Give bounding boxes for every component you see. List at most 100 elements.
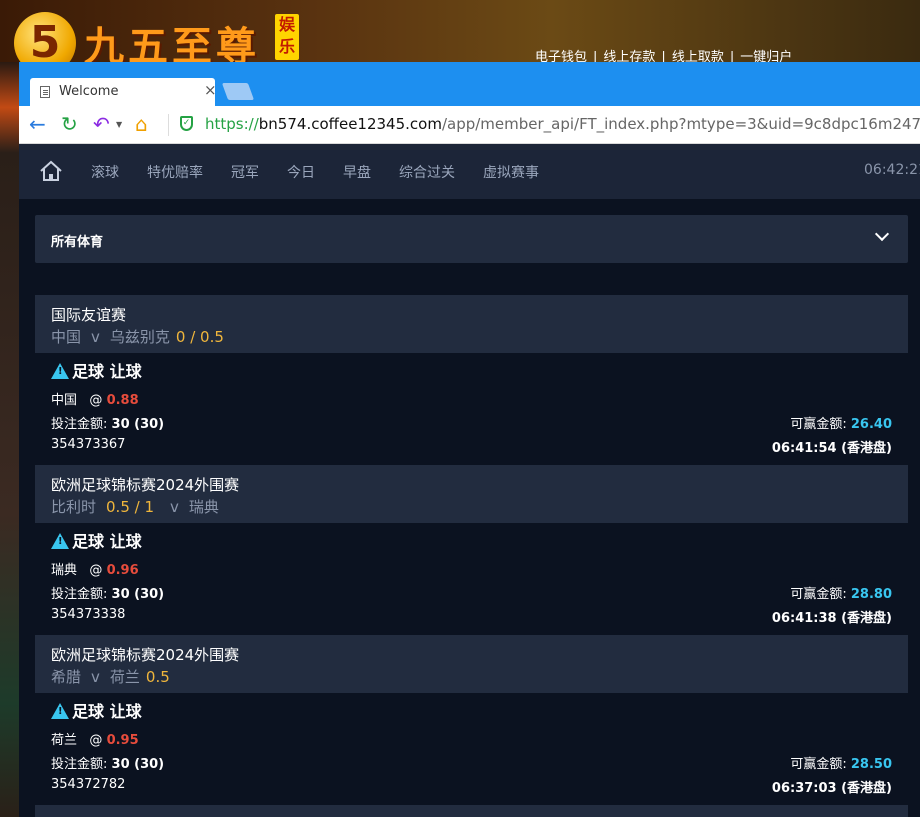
potential-win: 可赢金额: 28.80: [790, 583, 892, 602]
team-away: 乌兹别克: [109, 328, 170, 346]
url-path: /app/member_api/FT_index.php?mtype=3&uid…: [441, 115, 920, 133]
chevron-down-icon: [874, 226, 890, 242]
odds: 0.96: [106, 563, 139, 578]
nav-item-outright[interactable]: 冠军: [231, 162, 259, 182]
vs-label: v: [91, 668, 100, 686]
site-logo-badge: 娱乐: [275, 14, 299, 60]
new-tab-button[interactable]: [221, 83, 255, 100]
url-field[interactable]: https://bn574.coffee12345.com/app/member…: [205, 115, 920, 133]
divider: [168, 114, 169, 136]
team-home: 比利时: [51, 498, 97, 516]
chevron-down-icon[interactable]: ▼: [116, 120, 122, 129]
pick-team: 瑞典: [51, 563, 78, 578]
site-side-background: [0, 62, 19, 817]
warning-icon: [51, 533, 69, 549]
potential-win: 可赢金额: 28.50: [790, 753, 892, 772]
bet-type-label: 足球 让球: [72, 702, 142, 721]
warning-icon: [51, 703, 69, 719]
bet-type: 足球 让球: [51, 528, 142, 552]
stake: 投注金额: 30 (30): [51, 753, 164, 772]
nav-item-parlay[interactable]: 综合过关: [399, 162, 455, 182]
win-amount: 28.80: [850, 587, 892, 602]
bet-type-label: 足球 让球: [72, 362, 142, 381]
document-icon: [40, 86, 50, 98]
team-away: 瑞典: [188, 498, 219, 516]
match-teams: 比利时 0.5 / 1 v 瑞典: [51, 496, 219, 517]
league-name: 国际友谊赛: [51, 306, 127, 324]
match-teams: 中国 v 乌兹别克 0 / 0.5: [51, 326, 230, 347]
bet-pick: 瑞典 @ 0.96: [51, 559, 139, 578]
stake-amount: 30 (30): [111, 417, 165, 432]
at-sign: @: [89, 563, 103, 578]
url-host: bn574.coffee12345.com: [258, 115, 442, 133]
home-icon[interactable]: ⌂: [135, 112, 148, 136]
nav-item-early[interactable]: 早盘: [343, 162, 371, 182]
clock: 06:42:21: [864, 162, 920, 178]
win-amount: 26.40: [850, 417, 892, 432]
bet-pick: 荷兰 @ 0.95: [51, 729, 139, 748]
tab-title: Welcome: [59, 84, 119, 99]
bet-slip: 足球 让球 中国 @ 0.88 投注金额: 30 (30) 可赢金额: 26.4…: [35, 353, 908, 465]
bet-type: 足球 让球: [51, 698, 142, 722]
security-shield-icon[interactable]: ✓: [180, 116, 193, 131]
tab-welcome[interactable]: Welcome ×: [30, 78, 217, 106]
vs-label: v: [170, 498, 179, 516]
nav-item-today[interactable]: 今日: [287, 162, 315, 182]
odds: 0.88: [106, 393, 139, 408]
win-label: 可赢金额:: [790, 757, 847, 772]
at-sign: @: [89, 393, 103, 408]
close-icon[interactable]: ×: [204, 82, 217, 98]
address-bar: ← ↻ ↶ ▼ ⌂ ✓ https://bn574.coffee12345.co…: [19, 106, 920, 144]
bet-type: 足球 让球: [51, 358, 142, 382]
bet-slip: 足球 让球 荷兰 @ 0.95 投注金额: 30 (30) 可赢金额: 28.5…: [35, 693, 908, 805]
handicap: 0.5 / 1: [106, 498, 155, 516]
sports-navbar: 滚球 特优赔率 冠军 今日 早盘 综合过关 虚拟赛事 06:42:21: [19, 144, 920, 199]
potential-win: 可赢金额: 26.40: [790, 413, 892, 432]
win-label: 可赢金额:: [790, 587, 847, 602]
match-header-partial: [35, 805, 908, 817]
stake-amount: 30 (30): [111, 757, 165, 772]
stake-label: 投注金额:: [51, 417, 108, 432]
bet-slip: 足球 让球 瑞典 @ 0.96 投注金额: 30 (30) 可赢金额: 28.8…: [35, 523, 908, 635]
team-home: 中国: [51, 328, 82, 346]
bet-time: 06:41:38 (香港盘): [771, 611, 892, 626]
nav-item-live[interactable]: 滚球: [91, 162, 119, 182]
reload-icon[interactable]: ↻: [61, 112, 78, 136]
pick-team: 荷兰: [51, 733, 78, 748]
match-header: 国际友谊赛 中国 v 乌兹别克 0 / 0.5: [35, 295, 908, 353]
undo-icon[interactable]: ↶: [93, 112, 110, 136]
win-amount: 28.50: [850, 757, 892, 772]
home-icon[interactable]: [39, 160, 63, 182]
team-away: 荷兰: [109, 668, 140, 686]
sport-filter-value: 所有体育: [51, 235, 104, 250]
bet-pick: 中国 @ 0.88: [51, 389, 139, 408]
ticket-number: 354372782: [51, 777, 126, 792]
stake-label: 投注金额:: [51, 587, 108, 602]
pick-team: 中国: [51, 393, 78, 408]
nav-item-special-odds[interactable]: 特优赔率: [147, 162, 203, 182]
stake: 投注金额: 30 (30): [51, 583, 164, 602]
ticket-number: 354373338: [51, 607, 126, 622]
vs-label: v: [91, 328, 100, 346]
bet-time: 06:37:03 (香港盘): [771, 781, 892, 796]
match-header: 欧洲足球锦标赛2024外围赛 比利时 0.5 / 1 v 瑞典: [35, 465, 908, 523]
odds: 0.95: [106, 733, 139, 748]
browser-window: Welcome × ← ↻ ↶ ▼ ⌂ ✓ https://bn574.coff…: [19, 62, 920, 817]
stake-amount: 30 (30): [111, 587, 165, 602]
bet-type-label: 足球 让球: [72, 532, 142, 551]
at-sign: @: [89, 733, 103, 748]
ticket-number: 354373367: [51, 437, 126, 452]
stake: 投注金额: 30 (30): [51, 413, 164, 432]
url-scheme: https://: [205, 115, 259, 133]
league-name: 欧洲足球锦标赛2024外围赛: [51, 646, 240, 664]
sport-filter-dropdown[interactable]: 所有体育: [35, 215, 908, 263]
back-arrow-icon[interactable]: ←: [29, 112, 46, 136]
nav-item-virtual[interactable]: 虚拟赛事: [483, 162, 539, 182]
match-teams: 希腊 v 荷兰 0.5: [51, 666, 176, 687]
handicap: 0.5: [145, 668, 170, 686]
team-home: 希腊: [51, 668, 82, 686]
league-name: 欧洲足球锦标赛2024外围赛: [51, 476, 240, 494]
handicap: 0 / 0.5: [175, 328, 224, 346]
tab-strip: Welcome ×: [19, 62, 920, 106]
match-header: 欧洲足球锦标赛2024外围赛 希腊 v 荷兰 0.5: [35, 635, 908, 693]
